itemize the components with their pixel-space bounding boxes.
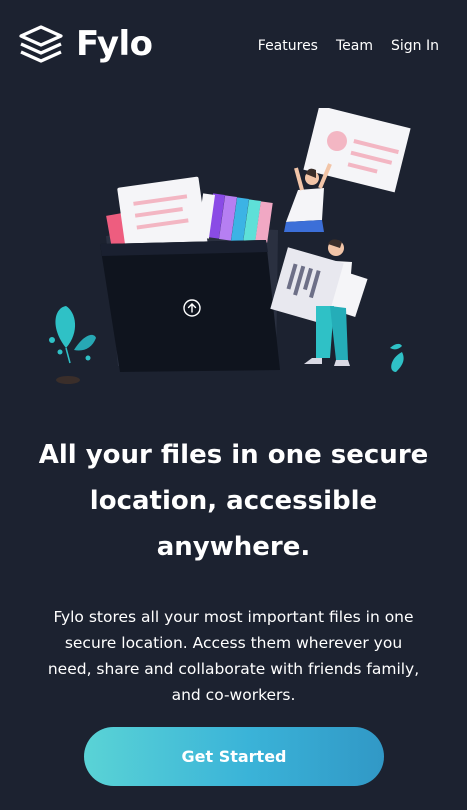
brand-name: Fylo [76, 24, 153, 64]
leaf-right-decoration [390, 343, 404, 372]
landing-page: Fylo Features Team Sign In All your file… [0, 0, 467, 810]
description-line-2: secure location. Access them wherever yo… [64, 634, 403, 652]
brand-logo[interactable]: Fylo [18, 24, 153, 64]
hero-headline: All your files in one secure location, a… [30, 432, 437, 570]
site-header: Fylo Features Team Sign In [0, 0, 467, 90]
headline-line-1: All your files in one secure [38, 440, 429, 470]
main-nav: Features Team Sign In [240, 37, 439, 55]
hero-description: Fylo stores all your most important file… [30, 604, 437, 708]
stacked-layers-logo-icon [19, 25, 63, 63]
get-started-button[interactable]: Get Started [84, 727, 384, 786]
plant-left-decoration [49, 306, 96, 384]
description-line-4: and co-workers. [171, 686, 296, 704]
nav-link-team[interactable]: Team [336, 37, 373, 55]
headline-line-2: location, accessible [89, 486, 378, 516]
description-line-1: Fylo stores all your most important file… [53, 608, 414, 626]
person-top-figure [284, 108, 411, 232]
person-bottom-figure [270, 239, 368, 366]
nav-link-sign-in[interactable]: Sign In [391, 37, 439, 55]
hero-illustration [49, 108, 411, 384]
nav-link-features[interactable]: Features [258, 37, 318, 55]
description-line-3: need, share and collaborate with friends… [47, 660, 420, 678]
headline-line-3: anywhere. [156, 532, 311, 562]
